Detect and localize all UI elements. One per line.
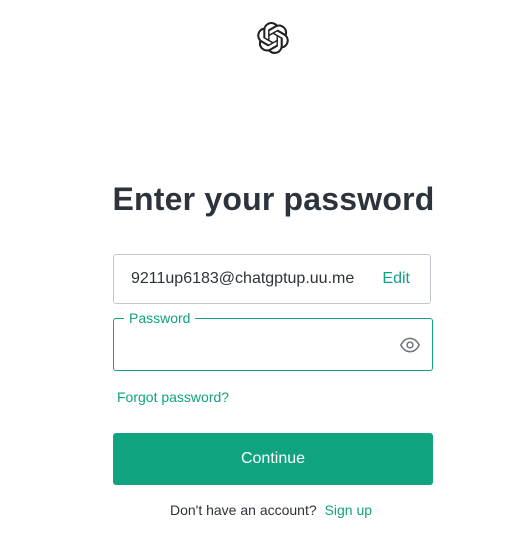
signup-prompt-text: Don't have an account? <box>169 502 317 518</box>
signup-prompt: Don't have an account? Sign up <box>0 502 527 518</box>
password-field-container: Password <box>113 309 433 371</box>
login-page: Enter your password 9211up6183@chatgptup… <box>0 0 527 549</box>
continue-button[interactable]: Continue <box>113 433 433 485</box>
password-input[interactable] <box>128 331 392 361</box>
forgot-password-link[interactable]: Forgot password? <box>117 389 229 405</box>
email-display-field: 9211up6183@chatgptup.uu.me Edit <box>113 254 431 304</box>
openai-logo-icon <box>257 22 289 54</box>
edit-email-link[interactable]: Edit <box>382 270 410 288</box>
signup-link[interactable]: Sign up <box>325 502 372 518</box>
email-value: 9211up6183@chatgptup.uu.me <box>131 270 355 287</box>
page-title: Enter your password <box>112 181 435 217</box>
eye-icon[interactable] <box>400 336 420 354</box>
password-label: Password <box>124 309 196 327</box>
